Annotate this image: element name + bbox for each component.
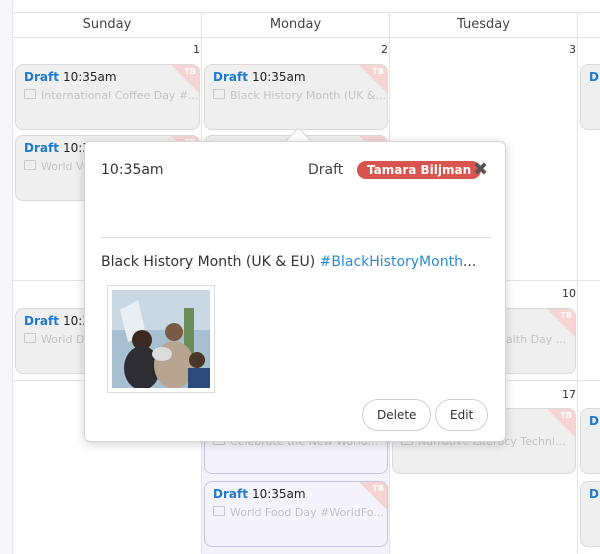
calendar-left-gutter [0, 0, 13, 554]
column-divider [577, 12, 578, 554]
post-text-plain: Black History Month (UK & EU) [101, 254, 320, 270]
protest-photo-illustration [112, 290, 210, 388]
image-icon [213, 506, 225, 516]
assignee-initials: TB [560, 411, 572, 420]
day-number: 3 [569, 43, 576, 56]
assignee-initials: TB [560, 311, 572, 320]
image-icon [24, 333, 36, 343]
post-time: 10:35am [251, 70, 306, 84]
post-time: 10:35am [251, 487, 306, 501]
edit-button[interactable]: Edit [435, 399, 489, 431]
post-card[interactable]: Draft 10:35am Black History Month (UK &..… [204, 64, 388, 130]
draft-label: Draft [24, 141, 59, 155]
post-time: 10:35am [62, 70, 117, 84]
day-number: 2 [381, 43, 388, 56]
post-card[interactable]: Draft 10:35am International Coffee Day #.… [15, 64, 200, 130]
image-icon [24, 160, 36, 170]
post-title: World D [41, 333, 85, 346]
post-preview-popover: 10:35am Draft Tamara Biljman ✖ Black His… [84, 141, 506, 442]
day-header-tuesday: Tuesday [390, 12, 577, 38]
post-card[interactable]: Dr [580, 408, 600, 474]
popover-status: Draft [308, 162, 344, 178]
draft-label: Draft [213, 70, 248, 84]
delete-button[interactable]: Delete [362, 399, 432, 431]
post-card[interactable]: Draft 10:35am World Food Day #WorldFo... … [204, 481, 388, 547]
draft-label: Draft [24, 70, 59, 84]
popover-time: 10:35am [101, 162, 164, 178]
day-header-monday: Monday [202, 12, 389, 38]
assignee-initials: TB [372, 484, 384, 493]
draft-label: Dr [589, 70, 600, 84]
draft-label: Dr [589, 414, 600, 428]
post-card[interactable]: Dr [580, 481, 600, 547]
day-number: 1 [193, 43, 200, 56]
post-card[interactable]: Dr [580, 64, 600, 130]
image-icon [24, 89, 36, 99]
day-number: 17 [562, 388, 576, 401]
day-header-sunday: Sunday [13, 12, 201, 38]
day-header-partial [578, 12, 600, 38]
draft-label: Dr [589, 487, 600, 501]
post-image-thumbnail[interactable] [107, 285, 215, 393]
assignee-badge[interactable]: Tamara Biljman [357, 161, 482, 179]
draft-label: Draft [24, 314, 59, 328]
draft-label: Draft [213, 487, 248, 501]
popover-divider [101, 237, 491, 238]
day-number: 10 [562, 287, 576, 300]
post-text: Black History Month (UK & EU) #BlackHist… [101, 254, 476, 270]
post-hashtag[interactable]: #BlackHistoryMonth [320, 254, 463, 270]
post-image [112, 290, 210, 388]
image-icon [213, 89, 225, 99]
post-title: World Ve [41, 160, 90, 173]
assignee-initials: TB [184, 67, 196, 76]
post-text-ellipsis: ... [462, 254, 477, 270]
close-icon[interactable]: ✖ [473, 160, 488, 180]
assignee-initials: TB [372, 67, 384, 76]
